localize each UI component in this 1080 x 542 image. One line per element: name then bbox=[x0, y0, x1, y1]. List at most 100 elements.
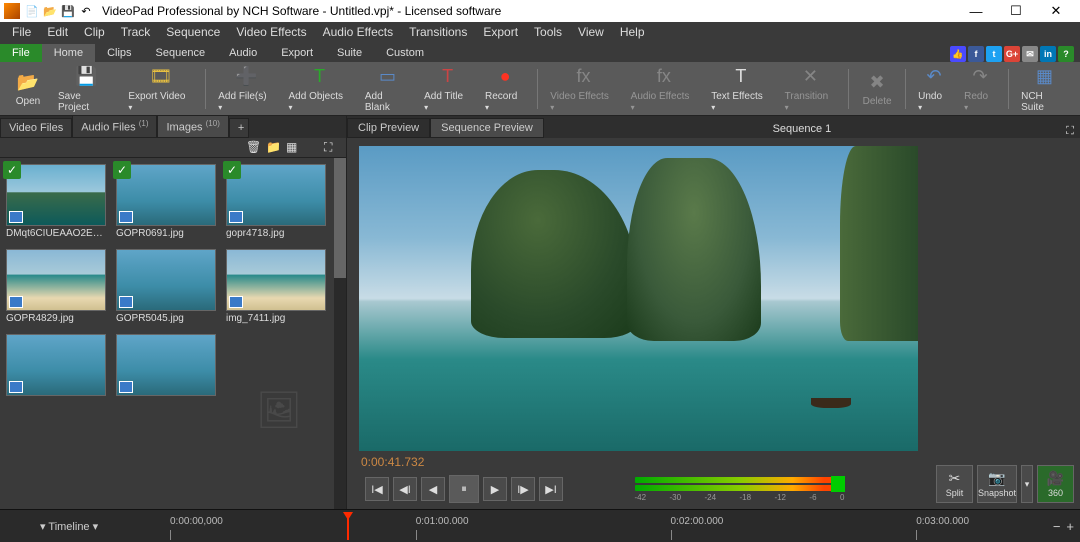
social-google-icon[interactable]: G+ bbox=[1004, 46, 1020, 62]
timeline-dropdown2-icon[interactable]: ▾ bbox=[93, 521, 99, 533]
thumbnail[interactable]: ✓DMqt6CIUEAAO2ET.jpg bbox=[6, 164, 106, 239]
menu-export[interactable]: Export bbox=[475, 23, 526, 41]
ribbon-tab-home[interactable]: Home bbox=[42, 44, 95, 62]
360-label: 360 bbox=[1048, 488, 1063, 498]
social-facebook-icon[interactable]: f bbox=[968, 46, 984, 62]
menu-view[interactable]: View bbox=[570, 23, 612, 41]
bin-tab-images[interactable]: Images (10) bbox=[157, 115, 228, 138]
bin-tab-add[interactable]: + bbox=[229, 118, 249, 138]
audio-effects-button[interactable]: fxAudio Effects ▾ bbox=[625, 63, 704, 115]
video-effects-button[interactable]: fxVideo Effects ▾ bbox=[544, 63, 622, 115]
snapshot-button[interactable]: 📷Snapshot bbox=[977, 465, 1017, 503]
menu-bar: FileEditClipTrackSequenceVideo EffectsAu… bbox=[0, 22, 1080, 42]
playhead[interactable] bbox=[343, 512, 353, 540]
minimize-button[interactable]: — bbox=[956, 0, 996, 22]
add-blank-label: Add Blank bbox=[365, 91, 410, 113]
split-label: Split bbox=[946, 488, 964, 498]
thumbnail[interactable]: GOPR5045.jpg bbox=[116, 249, 216, 324]
zoom-out-button[interactable]: − bbox=[1053, 519, 1061, 534]
prev-clip-button[interactable]: ◀I bbox=[393, 477, 417, 501]
undo-button[interactable]: ↶Undo ▾ bbox=[912, 63, 956, 115]
record-icon: ● bbox=[493, 65, 517, 89]
record-button[interactable]: ●Record ▾ bbox=[479, 63, 531, 115]
ribbon-tab-clips[interactable]: Clips bbox=[95, 44, 143, 62]
title-bar: 📄 📂 💾 ↶ VideoPad Professional by NCH Sof… bbox=[0, 0, 1080, 22]
tab-sequence-preview[interactable]: Sequence Preview bbox=[430, 118, 544, 138]
thumbnail[interactable]: GOPR4829.jpg bbox=[6, 249, 106, 324]
360-button[interactable]: 🎥360 bbox=[1037, 465, 1074, 503]
menu-clip[interactable]: Clip bbox=[76, 23, 113, 41]
ribbon-tab-audio[interactable]: Audio bbox=[217, 44, 269, 62]
record-label: Record ▾ bbox=[485, 91, 525, 113]
transition-button[interactable]: ✕Transition ▾ bbox=[779, 63, 842, 115]
thumbnail[interactable]: ✓gopr4718.jpg bbox=[226, 164, 326, 239]
add-title-label: Add Title ▾ bbox=[424, 91, 471, 113]
timeline[interactable]: ▾ Timeline ▾ 0:00:00,0000:01:00.0000:02:… bbox=[0, 509, 1080, 542]
qat-save-icon[interactable]: 💾 bbox=[60, 3, 76, 19]
snapshot-dropdown[interactable]: ▾ bbox=[1021, 465, 1033, 503]
menu-edit[interactable]: Edit bbox=[39, 23, 76, 41]
menu-tools[interactable]: Tools bbox=[526, 23, 570, 41]
video-preview[interactable] bbox=[359, 146, 918, 451]
social-twitter-icon[interactable]: t bbox=[986, 46, 1002, 62]
export-video-button[interactable]: 🎞Export Video ▾ bbox=[122, 63, 199, 115]
bin-view-icon[interactable]: ▦ bbox=[286, 140, 302, 156]
qat-open-icon[interactable]: 📂 bbox=[42, 3, 58, 19]
social-help-icon[interactable]: ? bbox=[1058, 46, 1074, 62]
thumbnail-label: gopr4718.jpg bbox=[226, 228, 326, 239]
thumbnail[interactable] bbox=[6, 334, 106, 398]
timeline-tick: 0:00:00,000 bbox=[170, 516, 223, 527]
zoom-in-button[interactable]: + bbox=[1066, 519, 1074, 534]
bin-trash-icon[interactable]: 🗑 bbox=[246, 140, 262, 156]
add-objects-button[interactable]: TAdd Objects ▾ bbox=[283, 63, 357, 115]
step-fwd-button[interactable]: ▶ bbox=[483, 477, 507, 501]
add-files-button[interactable]: ➕Add File(s) ▾ bbox=[212, 63, 280, 115]
add-title-button[interactable]: TAdd Title ▾ bbox=[418, 63, 477, 115]
goto-end-button[interactable]: ▶I bbox=[539, 477, 563, 501]
play-pause-button[interactable]: ⏸ bbox=[449, 475, 479, 503]
ribbon-tab-sequence[interactable]: Sequence bbox=[144, 44, 218, 62]
menu-file[interactable]: File bbox=[4, 23, 39, 41]
close-button[interactable]: ✕ bbox=[1036, 0, 1076, 22]
qat-undo-icon[interactable]: ↶ bbox=[78, 3, 94, 19]
timeline-label: Timeline bbox=[48, 521, 89, 533]
bin-tab-audio-files[interactable]: Audio Files (1) bbox=[72, 115, 157, 138]
maximize-button[interactable]: ☐ bbox=[996, 0, 1036, 22]
menu-video-effects[interactable]: Video Effects bbox=[228, 23, 314, 41]
step-back-button[interactable]: ◀ bbox=[421, 477, 445, 501]
menu-audio-effects[interactable]: Audio Effects bbox=[315, 23, 402, 41]
ribbon-tab-custom[interactable]: Custom bbox=[374, 44, 436, 62]
social-mail-icon[interactable]: ✉ bbox=[1022, 46, 1038, 62]
thumbnail[interactable]: ✓GOPR0691.jpg bbox=[116, 164, 216, 239]
tab-clip-preview[interactable]: Clip Preview bbox=[347, 118, 430, 138]
next-clip-button[interactable]: I▶ bbox=[511, 477, 535, 501]
split-button[interactable]: ✂Split bbox=[936, 465, 973, 503]
social-thumbs-icon[interactable]: 👍 bbox=[950, 46, 966, 62]
menu-sequence[interactable]: Sequence bbox=[158, 23, 228, 41]
social-linkedin-icon[interactable]: in bbox=[1040, 46, 1056, 62]
save-project-button[interactable]: 💾Save Project bbox=[52, 63, 120, 115]
ribbon-tab-export[interactable]: Export bbox=[269, 44, 325, 62]
redo-icon: ↷ bbox=[968, 65, 992, 89]
menu-help[interactable]: Help bbox=[612, 23, 653, 41]
menu-transitions[interactable]: Transitions bbox=[401, 23, 475, 41]
thumbnail[interactable] bbox=[116, 334, 216, 398]
open-button[interactable]: 📂Open bbox=[6, 68, 50, 109]
bin-scrollbar[interactable] bbox=[334, 158, 346, 509]
ribbon-tab-suite[interactable]: Suite bbox=[325, 44, 374, 62]
goto-start-button[interactable]: I◀ bbox=[365, 477, 389, 501]
add-blank-button[interactable]: ▭Add Blank bbox=[359, 63, 416, 115]
redo-button[interactable]: ↷Redo ▾ bbox=[958, 63, 1002, 115]
bin-tab-video-files[interactable]: Video Files bbox=[0, 118, 72, 138]
vu-label: -6 bbox=[809, 493, 816, 502]
thumbnail[interactable]: img_7411.jpg bbox=[226, 249, 326, 324]
bin-folder-icon[interactable]: 📁 bbox=[266, 140, 282, 156]
delete-button[interactable]: ✖Delete bbox=[855, 68, 899, 109]
text-effects-button[interactable]: TText Effects ▾ bbox=[705, 63, 776, 115]
ribbon-tab-file[interactable]: File bbox=[0, 44, 42, 62]
qat-new-icon[interactable]: 📄 bbox=[24, 3, 40, 19]
preview-detach-icon[interactable]: ⛶ bbox=[1060, 125, 1080, 138]
nch-suite-button[interactable]: ▦NCH Suite bbox=[1015, 63, 1074, 115]
bin-expand-icon[interactable]: ⛶ bbox=[324, 140, 340, 156]
menu-track[interactable]: Track bbox=[113, 23, 159, 41]
